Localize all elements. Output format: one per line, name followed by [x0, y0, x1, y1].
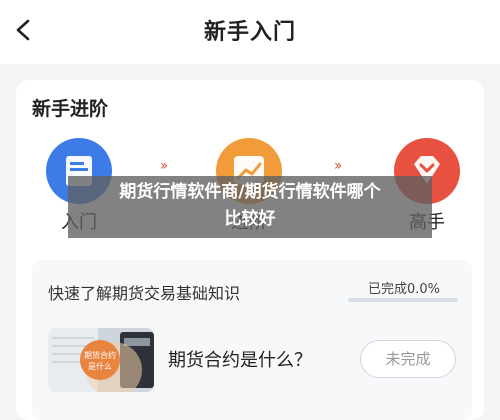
top-nav-bar: 新手入门 — [0, 0, 500, 64]
course-panel: 快速了解期货交易基础知识 已完成0.0% 期货合约 是什么 期货合约是什么？ 未 — [32, 260, 472, 420]
caption-overlay: 期货行情软件商/期货行情软件哪个 比较好 — [68, 176, 432, 238]
overlay-line-1: 期货行情软件商/期货行情软件哪个 — [119, 182, 381, 202]
lesson-thumbnail[interactable]: 期货合约 是什么 — [48, 328, 154, 392]
overlay-line-2: 比较好 — [224, 209, 276, 229]
thumb-caption-line2: 是什么 — [88, 361, 112, 371]
card-title: 新手进阶 — [32, 98, 109, 120]
beginner-advance-card: 新手进阶 入门 ›› 进阶 ›› 高手 快速了解期货交易基础知识 已完成0.0% — [16, 80, 484, 420]
progress-text: 已完成0.0% — [368, 282, 441, 297]
page-title: 新手入门 — [203, 20, 296, 45]
chevron-right-icon: ›› — [334, 158, 342, 174]
course-title: 快速了解期货交易基础知识 — [48, 284, 241, 303]
progress-bar — [348, 298, 458, 302]
lesson-status-button[interactable]: 未完成 — [360, 340, 456, 378]
lesson-title[interactable]: 期货合约是什么？ — [168, 346, 312, 372]
thumb-caption-line1: 期货合约 — [84, 350, 116, 360]
overlay-caption: 期货行情软件商/期货行情软件哪个 比较好 — [68, 179, 432, 233]
chevron-right-icon: ›› — [160, 158, 168, 174]
